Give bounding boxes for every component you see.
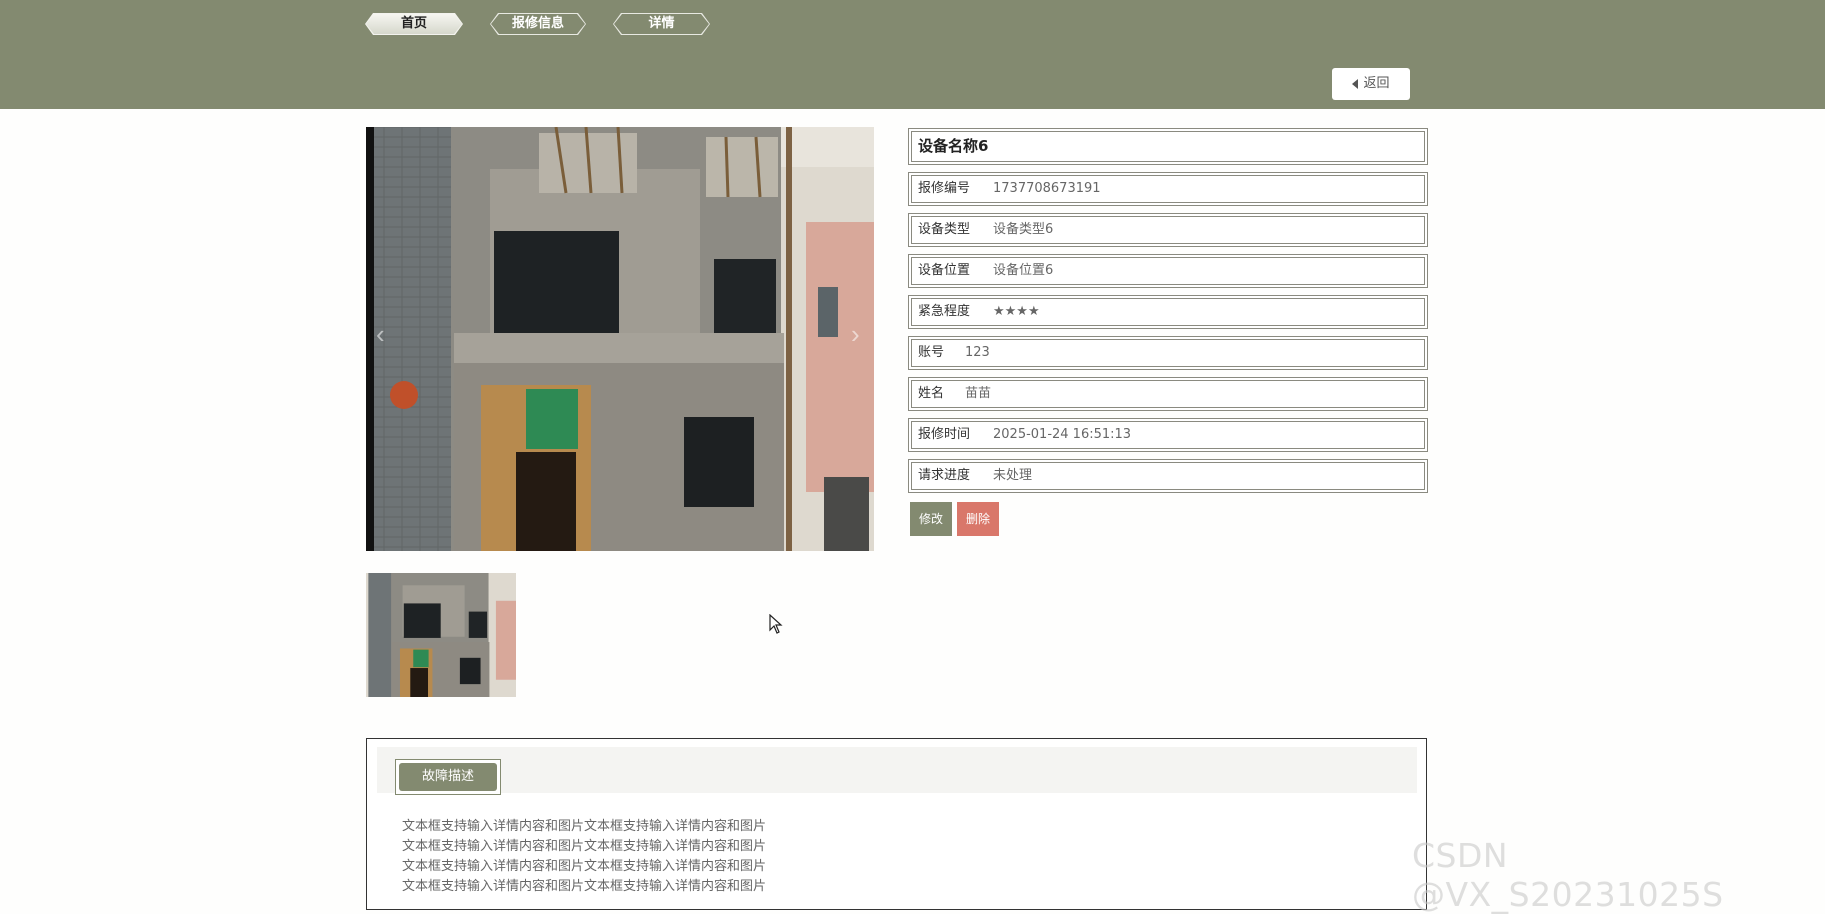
device-title-row: 设备名称6 [908,128,1428,165]
field-repair-time: 报修时间 2025-01-24 16:51:13 [908,418,1428,452]
description-tab[interactable]: 故障描述 [395,759,501,795]
caret-left-icon [1352,78,1359,89]
building-photo [366,127,874,551]
photo-thumbnail[interactable] [366,573,516,697]
edit-button[interactable]: 修改 [910,502,952,536]
device-title: 设备名称6 [918,137,989,155]
field-repair-number: 报修编号 1737708673191 [908,172,1428,206]
field-label: 紧急程度 [918,304,971,319]
description-line: 文本框支持输入详情内容和图片文本框支持输入详情内容和图片 [402,879,767,894]
tab-detail-label: 详情 [648,16,675,31]
next-arrow-icon[interactable]: › [851,319,860,350]
field-label: 报修编号 [918,181,971,196]
field-label: 报修时间 [918,427,971,442]
tab-detail[interactable]: 详情 [613,13,710,35]
watermark: CSDN @VX_S20231025S [1412,836,1724,914]
tab-home[interactable]: 首页 [365,13,463,35]
field-value: 123 [965,345,990,360]
field-value: 设备类型6 [993,222,1054,237]
field-value: 1737708673191 [993,181,1101,196]
field-label: 姓名 [918,386,945,401]
field-value: 2025-01-24 16:51:13 [993,427,1132,442]
field-value: 设备位置6 [993,263,1054,278]
description-line: 文本框支持输入详情内容和图片文本框支持输入详情内容和图片 [402,819,767,834]
field-label: 账号 [918,345,945,360]
tab-home-label: 首页 [400,16,427,31]
description-header [377,747,1417,793]
field-name: 姓名 苗苗 [908,377,1428,411]
tab-repair-info[interactable]: 报修信息 [490,13,586,35]
delete-button[interactable]: 删除 [957,502,999,536]
field-value: 未处理 [993,468,1033,483]
field-progress: 请求进度 未处理 [908,459,1428,493]
description-text: 文本框支持输入详情内容和图片文本框支持输入详情内容和图片 文本框支持输入详情内容… [402,817,766,897]
back-button-label: 返回 [1363,76,1390,91]
description-tab-label: 故障描述 [399,763,497,791]
back-button[interactable]: 返回 [1332,68,1410,100]
description-line: 文本框支持输入详情内容和图片文本框支持输入详情内容和图片 [402,839,767,854]
field-device-location: 设备位置 设备位置6 [908,254,1428,288]
thumbnail-image [366,573,516,697]
field-label: 设备类型 [918,222,971,237]
field-label: 设备位置 [918,263,971,278]
header-bar: 首页 报修信息 详情 返回 [0,0,1825,109]
field-urgency: 紧急程度 ★★★★ [908,295,1428,329]
field-device-type: 设备类型 设备类型6 [908,213,1428,247]
main-photo: ‹ › [366,127,874,551]
field-account: 账号 123 [908,336,1428,370]
mouse-cursor-icon [769,614,783,634]
description-section: 故障描述 文本框支持输入详情内容和图片文本框支持输入详情内容和图片 文本框支持输… [366,738,1427,910]
urgency-stars: ★★★★ [993,304,1040,319]
field-value: 苗苗 [965,386,992,401]
description-line: 文本框支持输入详情内容和图片文本框支持输入详情内容和图片 [402,859,767,874]
prev-arrow-icon[interactable]: ‹ [376,319,385,350]
field-label: 请求进度 [918,468,971,483]
tab-repair-info-label: 报修信息 [511,16,564,31]
